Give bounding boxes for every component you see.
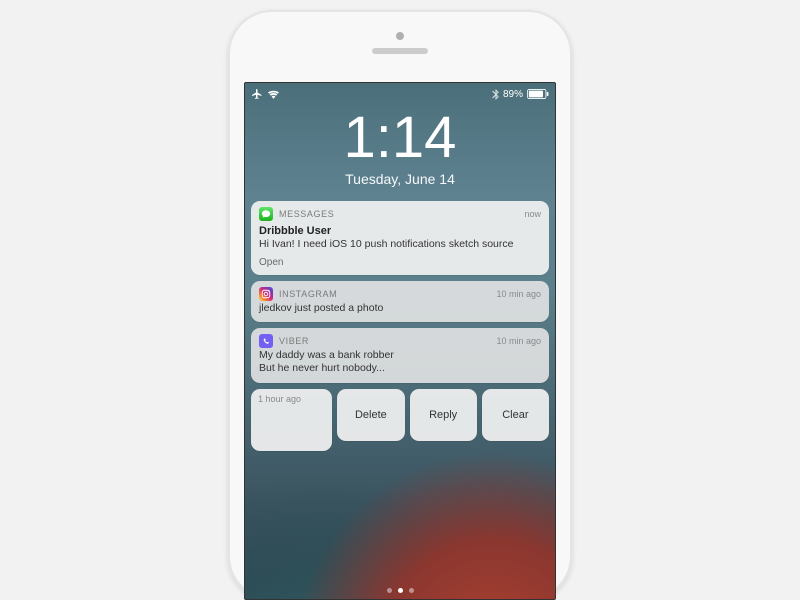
battery-icon: [527, 89, 549, 99]
notification-time: 10 min ago: [496, 289, 541, 299]
action-button-label: Clear: [502, 409, 528, 421]
page-dot[interactable]: [409, 588, 414, 593]
lock-clock: 1:14 Tuesday, June 14: [245, 109, 555, 187]
notification-card[interactable]: MESSAGES now Dribbble User Hi Ivan! I ne…: [251, 201, 549, 275]
bluetooth-icon: [492, 89, 499, 100]
notification-open-hint[interactable]: Open: [259, 257, 541, 268]
action-time-label: 1 hour ago: [258, 394, 301, 404]
phone-speaker: [372, 48, 428, 54]
notification-time: now: [524, 209, 541, 219]
delete-button[interactable]: Delete: [337, 389, 404, 441]
notification-card[interactable]: INSTAGRAM 10 min ago jledkov just posted…: [251, 281, 549, 322]
page-dot[interactable]: [387, 588, 392, 593]
reply-button[interactable]: Reply: [410, 389, 477, 441]
clear-button[interactable]: Clear: [482, 389, 549, 441]
notification-header: INSTAGRAM 10 min ago: [259, 287, 541, 301]
messages-icon: [259, 207, 273, 221]
notification-action-row: 1 hour ago Delete Reply Clear: [251, 389, 549, 451]
viber-icon: [259, 334, 273, 348]
notification-app-name: INSTAGRAM: [279, 289, 337, 299]
lock-time: 1:14: [245, 109, 555, 167]
notification-body: My daddy was a bank robber But he never …: [259, 349, 541, 375]
lock-date: Tuesday, June 14: [245, 171, 555, 187]
page-dot-active[interactable]: [398, 588, 403, 593]
battery-percent: 89%: [503, 89, 523, 100]
notification-app-name: VIBER: [279, 336, 309, 346]
status-right: 89%: [492, 89, 549, 100]
airplane-mode-icon: [251, 88, 263, 100]
notification-header: VIBER 10 min ago: [259, 334, 541, 348]
phone-frame: 89% 1:14 Tuesday, June 14 MESSAGES now: [228, 10, 572, 600]
page-indicator: [245, 588, 555, 593]
notification-app-name: MESSAGES: [279, 209, 334, 219]
wifi-icon: [267, 89, 280, 99]
notification-header: MESSAGES now: [259, 207, 541, 221]
notification-body: jledkov just posted a photo: [259, 302, 541, 315]
notification-time: 10 min ago: [496, 336, 541, 346]
status-left: [251, 88, 280, 100]
action-time-chip[interactable]: 1 hour ago: [251, 389, 332, 451]
action-button-label: Delete: [355, 409, 387, 421]
phone-camera: [396, 32, 404, 40]
instagram-icon: [259, 287, 273, 301]
phone-screen: 89% 1:14 Tuesday, June 14 MESSAGES now: [244, 82, 556, 600]
notification-list: MESSAGES now Dribbble User Hi Ivan! I ne…: [251, 201, 549, 383]
notification-title: Dribbble User: [259, 225, 541, 237]
action-button-label: Reply: [429, 409, 457, 421]
status-bar: 89%: [245, 83, 555, 103]
notification-card[interactable]: VIBER 10 min ago My daddy was a bank rob…: [251, 328, 549, 382]
notification-body: Hi Ivan! I need iOS 10 push notification…: [259, 238, 541, 251]
